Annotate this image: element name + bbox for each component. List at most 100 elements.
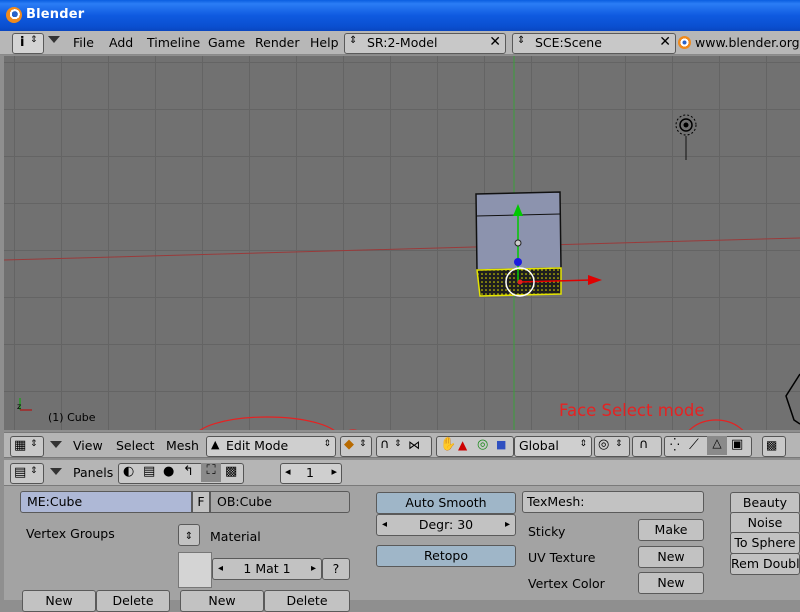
sticky-make-button[interactable]: Make: [638, 519, 704, 541]
menu-mesh[interactable]: Mesh: [166, 438, 199, 453]
annotation-text: Face Select mode: [559, 401, 705, 420]
vgroup-new-button[interactable]: New: [22, 590, 96, 612]
menu-render[interactable]: Render: [255, 35, 300, 50]
orientation-selector[interactable]: Global ⇕: [514, 436, 592, 457]
3d-viewport[interactable]: z (1) Cube Face Select mode: [4, 56, 800, 430]
viewport-scene: z: [4, 56, 800, 430]
degr-field[interactable]: ◂ Degr: 30 ▸: [376, 514, 516, 536]
close-icon[interactable]: ✕: [489, 34, 501, 50]
sticky-label: Sticky: [528, 524, 566, 539]
pivot-button[interactable]: ∩ ⇕ ⋈: [376, 436, 432, 457]
fake-user-button[interactable]: F: [192, 491, 210, 513]
edge-select-icon[interactable]: ⟋: [689, 437, 699, 453]
increment-arrow-icon[interactable]: ▸: [331, 465, 337, 478]
material-delete-button[interactable]: Delete: [264, 590, 350, 612]
menu-file[interactable]: File: [73, 35, 94, 50]
occlude-icon[interactable]: ▣: [731, 437, 743, 452]
editor-type-button[interactable]: ▦ ⇕: [10, 436, 44, 457]
window-title: Blender: [26, 7, 85, 22]
decrement-arrow-icon[interactable]: ◂: [382, 515, 387, 535]
material-color-swatch[interactable]: [178, 552, 212, 588]
screen-selector[interactable]: ⇕ SR:2-Model ✕: [344, 33, 506, 54]
editing-icon[interactable]: ⛶: [201, 463, 221, 482]
menu-add[interactable]: Add: [109, 35, 133, 50]
scene-name-field[interactable]: SCE:Scene: [535, 35, 602, 50]
screen-name-field[interactable]: SR:2-Model: [367, 35, 437, 50]
mesh-name[interactable]: ME:Cube: [27, 494, 82, 509]
to-sphere-button[interactable]: To Sphere: [730, 532, 800, 554]
proportional-edit-button[interactable]: ◎ ⇕: [594, 436, 630, 457]
updown-arrow-icon[interactable]: ⇕: [349, 35, 357, 46]
buttons-header: ▤ ⇕ Panels ◐ ▤ ● ↰ ⛶ ▩ ◂ 1 ▸: [4, 460, 800, 486]
auto-smooth-toggle[interactable]: Auto Smooth: [376, 492, 516, 514]
face-select-icon[interactable]: △: [707, 436, 727, 455]
material-help-button[interactable]: ?: [322, 558, 350, 580]
collapse-menu-icon[interactable]: [50, 441, 62, 448]
shading-icon[interactable]: ●: [163, 464, 174, 479]
menu-select[interactable]: Select: [116, 438, 155, 453]
menu-timeline[interactable]: Timeline: [147, 35, 200, 50]
mode-value[interactable]: Edit Mode: [226, 438, 288, 453]
orientation-value[interactable]: Global: [519, 438, 559, 453]
buttons-window-icon: ▤: [14, 465, 27, 480]
vertex-select-icon[interactable]: ⁛: [670, 438, 680, 452]
texmesh-field[interactable]: TexMesh:: [522, 491, 704, 513]
vertex-color-new-button[interactable]: New: [638, 572, 704, 594]
beauty-toggle[interactable]: Beauty: [730, 492, 800, 514]
increment-arrow-icon[interactable]: ▸: [311, 559, 316, 579]
render-button[interactable]: ▩: [762, 436, 786, 457]
object-name-field[interactable]: OB:Cube: [210, 491, 350, 513]
uv-texture-label: UV Texture: [528, 550, 596, 565]
menu-game[interactable]: Game: [208, 35, 245, 50]
mesh-name-field[interactable]: ME:Cube: [20, 491, 192, 513]
proportional-icon: ◎: [598, 437, 610, 452]
material-new-button[interactable]: New: [180, 590, 264, 612]
close-icon[interactable]: ✕: [659, 34, 671, 50]
script-icon[interactable]: ▤: [143, 464, 155, 479]
url-text: www.blender.org 2: [695, 35, 800, 50]
draw-type-icon: ◆: [344, 437, 354, 452]
camera-icon: [785, 373, 800, 425]
mode-selector[interactable]: ▲ Edit Mode ⇕: [206, 436, 336, 457]
title-bar: Blender: [0, 0, 800, 31]
window-type-button[interactable]: i ⇕: [12, 33, 44, 54]
menu-view[interactable]: View: [73, 438, 103, 453]
noise-button[interactable]: Noise: [730, 512, 800, 534]
snap-magnet-icon: ∩: [639, 437, 649, 452]
object-icon[interactable]: ↰: [183, 464, 194, 479]
vertex-groups-label: Vertex Groups: [26, 526, 115, 541]
retopo-toggle[interactable]: Retopo: [376, 545, 516, 567]
material-slot-value[interactable]: 1 Mat 1: [243, 561, 290, 576]
decrement-arrow-icon[interactable]: ◂: [285, 465, 291, 478]
frame-value[interactable]: 1: [306, 465, 314, 480]
frame-field[interactable]: ◂ 1 ▸: [280, 463, 342, 484]
updown-arrow-icon[interactable]: ⇕: [517, 35, 525, 46]
select-mode-group[interactable]: ⁛ ⟋ △ ▣: [664, 436, 752, 457]
viewport-header: ▦ ⇕ View Select Mesh ▲ Edit Mode ⇕ ◆ ⇕ ∩…: [4, 432, 800, 458]
vgroup-delete-button[interactable]: Delete: [96, 590, 170, 612]
degr-value[interactable]: Degr: 30: [419, 517, 473, 532]
material-slot-field[interactable]: ◂ 1 Mat 1 ▸: [212, 558, 322, 580]
collapse-menu-icon[interactable]: [48, 36, 60, 43]
translate-icon[interactable]: ▲: [458, 438, 467, 452]
rem-double-button[interactable]: Rem Double: [730, 553, 800, 575]
scale-icon[interactable]: ■: [496, 438, 506, 451]
hand-icon[interactable]: ✋: [440, 437, 456, 452]
transform-manipulator-group[interactable]: ✋ ▲ ◎ ■: [436, 436, 514, 457]
scene-selector[interactable]: ⇕ SCE:Scene ✕: [512, 33, 676, 54]
menu-help[interactable]: Help: [310, 35, 339, 50]
draw-type-button[interactable]: ◆ ⇕: [340, 436, 372, 457]
snap-button[interactable]: ∩: [632, 436, 662, 457]
editor-type-button[interactable]: ▤ ⇕: [10, 463, 44, 484]
panel-context-group[interactable]: ◐ ▤ ● ↰ ⛶ ▩: [118, 463, 244, 484]
scene-icon[interactable]: ▩: [225, 464, 237, 479]
handle: [514, 239, 522, 247]
decrement-arrow-icon[interactable]: ◂: [218, 559, 223, 579]
logic-icon[interactable]: ◐: [123, 464, 134, 479]
uv-texture-new-button[interactable]: New: [638, 546, 704, 568]
collapse-menu-icon[interactable]: [50, 468, 62, 475]
object-name[interactable]: OB:Cube: [217, 494, 272, 509]
material-selector-button[interactable]: ⇕: [178, 524, 200, 546]
rotate-icon[interactable]: ◎: [477, 437, 488, 452]
increment-arrow-icon[interactable]: ▸: [505, 515, 510, 535]
